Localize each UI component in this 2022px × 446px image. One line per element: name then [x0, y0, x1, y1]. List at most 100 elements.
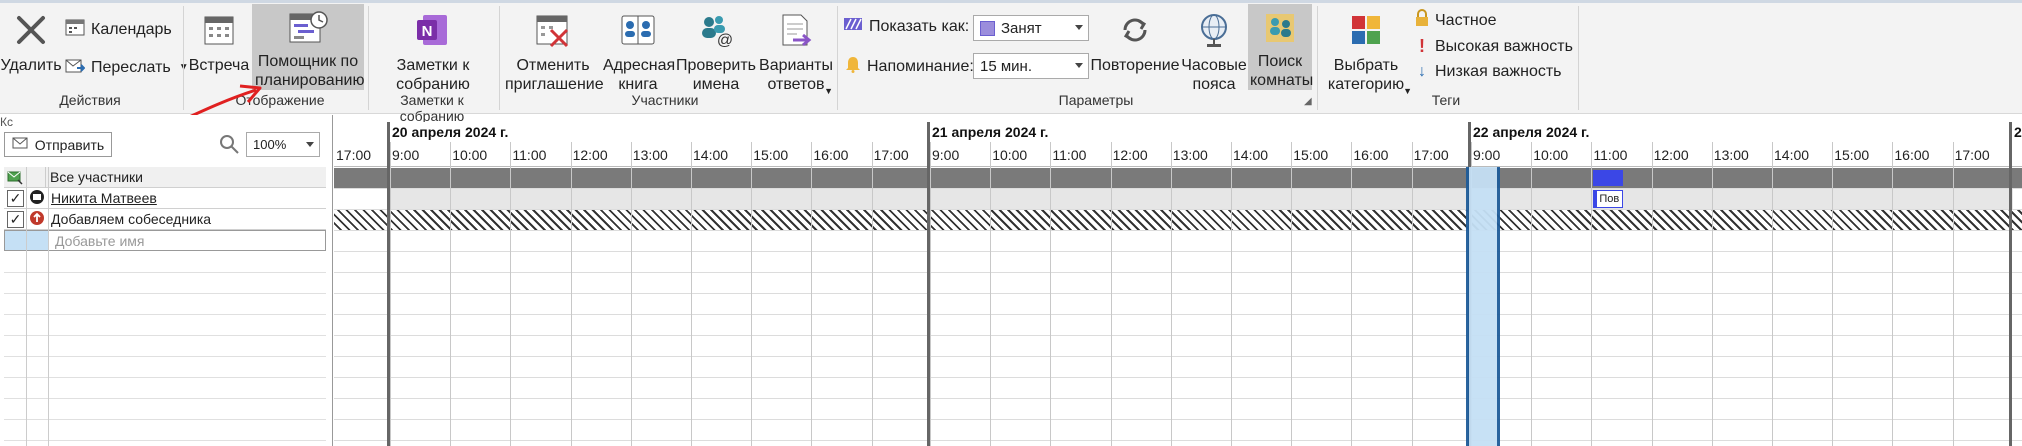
attendee-row[interactable]: ✓ Добавляем собеседника: [4, 209, 326, 230]
grid-row-line: [334, 440, 2022, 441]
cancel-invitation-icon: [535, 8, 571, 52]
address-book-label: Адресная книга: [603, 57, 676, 93]
scheduling-assistant-label: Помощник по планированию: [255, 53, 365, 89]
meeting-label: Встреча: [188, 57, 250, 74]
check-names-button[interactable]: @ Проверить имена: [675, 8, 757, 94]
grid-row-line: [334, 356, 2022, 357]
time-zones-button[interactable]: Часовые пояса: [1179, 8, 1249, 94]
meeting-notes-button[interactable]: N Заметки к собранию: [378, 8, 488, 94]
address-book-button[interactable]: Адресная книга: [601, 8, 675, 94]
time-tick-label: 10:00: [1533, 147, 1569, 163]
calendar-icon: [65, 18, 85, 41]
room-finder-icon: [1263, 8, 1297, 48]
send-button[interactable]: Отправить: [4, 132, 112, 157]
grid-row-line: [334, 377, 2022, 378]
cc-label: Кс: [0, 115, 13, 129]
onenote-icon: N: [415, 8, 451, 52]
event-block[interactable]: Пов: [1593, 190, 1624, 208]
show-as-row: Показать как:: [843, 16, 969, 37]
recurrence-icon: [1117, 8, 1153, 52]
time-tick-label: 11:00: [1593, 147, 1628, 163]
add-name-input[interactable]: Добавьте имя: [55, 233, 145, 249]
organizer-icon: [29, 189, 45, 208]
all-attendees-label: Все участники: [50, 169, 144, 185]
room-finder-label: Поиск комнаты: [1250, 53, 1314, 89]
time-tick-label: 10:00: [452, 147, 488, 163]
zoom-select[interactable]: 100%: [246, 132, 320, 157]
mail-check-icon[interactable]: [4, 169, 26, 185]
reminder-value: 15 мин.: [980, 57, 1032, 75]
categorize-button[interactable]: Выбрать категорию ▼: [1320, 8, 1412, 96]
forward-label: Переслать: [91, 58, 171, 76]
lock-icon: [1415, 9, 1429, 32]
busy-block[interactable]: [1593, 170, 1624, 186]
ribbon: Удалить Календарь Переслать ▼ Действия В…: [0, 0, 2022, 126]
hour-line: [751, 142, 753, 446]
grid-row-line: [334, 314, 2022, 315]
private-label: Частное: [1435, 11, 1497, 29]
show-as-value: Занят: [1001, 19, 1042, 37]
meeting-icon: [204, 8, 234, 52]
show-as-label: Показать как:: [869, 17, 970, 35]
zoom-icon[interactable]: [218, 133, 240, 160]
hour-line: [1351, 142, 1353, 446]
hour-line: [811, 142, 813, 446]
private-button[interactable]: Частное: [1415, 9, 1497, 32]
group-label-options: Параметры: [1058, 92, 1134, 108]
reminder-select[interactable]: 15 мин.: [973, 53, 1089, 79]
time-tick-label: 15:00: [753, 147, 789, 163]
attendee-empty-area: [4, 252, 326, 446]
time-tick-label: 13:00: [632, 147, 668, 163]
chevron-down-icon: [1075, 25, 1083, 30]
cancel-invitation-button[interactable]: Отменить приглашение: [505, 8, 604, 94]
type-column-header: [26, 166, 46, 188]
time-tick-label: 17:00: [1954, 147, 1990, 163]
high-importance-button[interactable]: ! Высокая важность: [1415, 36, 1573, 57]
recurrence-label: Повторение: [1090, 57, 1180, 74]
all-attendees-row: Все участники: [4, 166, 326, 188]
hour-line: [1411, 142, 1413, 446]
time-tick-label: 9:00: [1473, 147, 1501, 163]
check-names-label: Проверить имена: [676, 57, 757, 93]
time-tick-label: 17:00: [873, 147, 909, 163]
room-finder-button[interactable]: Поиск комнаты: [1248, 4, 1314, 90]
separator: [499, 6, 500, 110]
dialog-launcher-icon[interactable]: ◢: [1304, 96, 1312, 107]
scheduling-assistant-button[interactable]: Помощник по планированию: [252, 4, 364, 90]
send-label: Отправить: [34, 136, 105, 153]
recurrence-button[interactable]: Повторение: [1090, 8, 1180, 75]
attendee-checkbox[interactable]: ✓: [7, 189, 24, 207]
response-options-icon: [779, 8, 813, 52]
hour-line: [1231, 142, 1232, 446]
grid-row-line: [334, 293, 2022, 294]
group-label-actions: Действия: [59, 92, 121, 108]
selected-time-range[interactable]: [1466, 167, 1500, 446]
add-name-row[interactable]: Добавьте имя: [4, 230, 326, 251]
zoom-value: 100%: [253, 137, 287, 152]
forward-button[interactable]: Переслать ▼: [65, 56, 189, 79]
scheduling-grid[interactable]: 17:00 20 апреля 2024 г. 9:00 10:00 11:00 12:0…: [334, 122, 2022, 446]
calendar-button[interactable]: Календарь: [65, 18, 172, 41]
response-options-button[interactable]: Варианты ответов ▼: [757, 8, 835, 96]
delete-button[interactable]: Удалить: [0, 8, 62, 75]
attendee-name[interactable]: Никита Матвеев: [51, 190, 157, 206]
meeting-button[interactable]: Встреча: [188, 8, 250, 75]
time-tick-label: 13:00: [1172, 147, 1208, 163]
group-label-tags: Теги: [1431, 92, 1461, 108]
time-tick-label: 14:00: [693, 147, 729, 163]
response-options-dropdown-icon[interactable]: ▼: [824, 82, 833, 101]
hour-line: [1291, 142, 1293, 446]
attendee-row[interactable]: ✓ Никита Матвеев: [4, 188, 326, 209]
day-divider: [2009, 122, 2012, 446]
attendee-checkbox[interactable]: ✓: [7, 210, 24, 228]
show-as-select[interactable]: Занят: [973, 15, 1089, 41]
attendee-name[interactable]: Добавляем собеседника: [51, 211, 211, 227]
scheduling-assistant-icon: [288, 8, 328, 48]
hour-line: [1892, 142, 1894, 446]
hour-line: [1711, 142, 1713, 446]
hour-line: [1832, 142, 1834, 446]
free-time-shade: [390, 189, 932, 209]
time-tick-label: 15:00: [1293, 147, 1329, 163]
high-importance-icon: !: [1419, 36, 1425, 56]
low-importance-button[interactable]: ↓ Низкая важность: [1415, 63, 1562, 81]
